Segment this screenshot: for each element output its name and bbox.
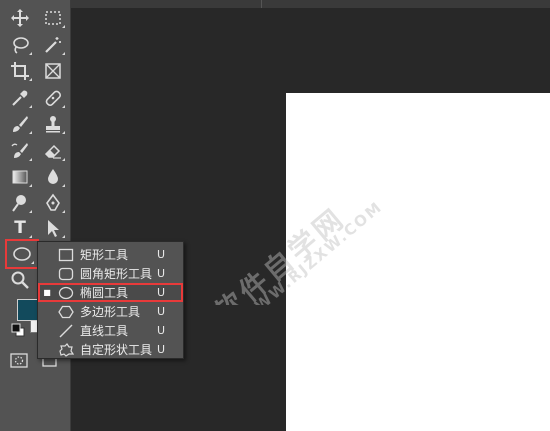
- eyedropper-icon: [12, 90, 28, 106]
- shape-tools-flyout: 矩形工具 U 圆角矩形工具 U ■ 椭圆工具 U 多边形工具 U 直线工具 U …: [37, 241, 184, 359]
- document-canvas[interactable]: [286, 93, 550, 431]
- eraser-tool[interactable]: [38, 138, 68, 164]
- custom-shape-icon: [59, 342, 74, 357]
- arrow-cursor-icon: [48, 220, 59, 237]
- type-tool[interactable]: T: [5, 215, 35, 241]
- ellipse-icon: [58, 286, 74, 299]
- flyout-item-ellipse[interactable]: ■ 椭圆工具 U: [38, 283, 183, 302]
- selection-marker: ■: [43, 288, 51, 297]
- foreground-color-swatch[interactable]: [17, 299, 39, 321]
- lasso-tool[interactable]: [5, 32, 35, 58]
- flyout-item-rectangle[interactable]: 矩形工具 U: [38, 245, 183, 264]
- line-icon: [59, 324, 73, 337]
- flyout-item-line[interactable]: 直线工具 U: [38, 321, 183, 340]
- flyout-item-polygon[interactable]: 多边形工具 U: [38, 302, 183, 321]
- shortcut-key: U: [157, 286, 166, 299]
- type-icon: T: [14, 218, 26, 238]
- move-icon: [11, 9, 29, 27]
- active-tool-highlight: [5, 239, 39, 269]
- crop-icon: [11, 62, 29, 80]
- history-brush-tool[interactable]: [5, 138, 35, 164]
- pen-nib-icon: [46, 193, 60, 211]
- brush-tool[interactable]: [5, 111, 35, 137]
- pen-tool[interactable]: [38, 190, 68, 216]
- frame-tool[interactable]: [38, 58, 68, 84]
- magnifier-icon: [11, 271, 29, 289]
- lasso-icon: [13, 37, 29, 54]
- shortcut-key: U: [157, 305, 166, 318]
- eraser-icon: [44, 144, 61, 159]
- healing-brush-tool[interactable]: [38, 85, 68, 111]
- brush-icon: [13, 116, 28, 132]
- marquee-tool[interactable]: [38, 5, 68, 31]
- dodge-icon: [12, 195, 26, 212]
- path-selection-tool[interactable]: [38, 215, 68, 241]
- polygon-icon: [58, 305, 74, 318]
- quick-mask-icon: [10, 353, 28, 368]
- shortcut-key: U: [157, 267, 166, 280]
- rounded-rectangle-icon: [58, 267, 74, 280]
- default-colors-button[interactable]: [10, 322, 26, 338]
- tools-panel: T: [0, 0, 71, 431]
- shortcut-key: U: [157, 248, 166, 261]
- dodge-tool[interactable]: [5, 190, 35, 216]
- magic-wand-tool[interactable]: [38, 32, 68, 58]
- rectangular-marquee-icon: [45, 11, 61, 25]
- bandage-icon: [45, 90, 62, 107]
- gradient-icon: [12, 170, 28, 184]
- rectangle-icon: [58, 248, 74, 261]
- gradient-tool[interactable]: [5, 164, 35, 190]
- shortcut-key: U: [157, 343, 166, 356]
- crop-tool[interactable]: [5, 58, 35, 84]
- flyout-item-label: 直线工具: [80, 324, 129, 338]
- flyout-item-label: 圆角矩形工具: [80, 267, 153, 281]
- zoom-tool[interactable]: [5, 267, 35, 293]
- flyout-item-label: 椭圆工具: [80, 286, 129, 300]
- quick-mask-button[interactable]: [10, 353, 28, 369]
- options-bar: [71, 0, 550, 8]
- clone-stamp-tool[interactable]: [38, 111, 68, 137]
- flyout-item-label: 多边形工具: [80, 305, 141, 319]
- water-drop-icon: [48, 169, 58, 184]
- default-colors-icon: [11, 323, 25, 337]
- eyedropper-tool[interactable]: [5, 85, 35, 111]
- magic-wand-icon: [45, 37, 61, 53]
- divider: [261, 0, 262, 8]
- flyout-item-label: 矩形工具: [80, 248, 129, 262]
- flyout-item-custom-shape[interactable]: 自定形状工具 U: [38, 340, 183, 359]
- stamp-icon: [46, 116, 60, 133]
- frame-icon: [45, 63, 61, 79]
- blur-tool[interactable]: [38, 164, 68, 190]
- shortcut-key: U: [157, 324, 166, 337]
- flyout-item-label: 自定形状工具: [80, 343, 153, 357]
- flyout-item-rounded-rectangle[interactable]: 圆角矩形工具 U: [38, 264, 183, 283]
- move-tool[interactable]: [5, 5, 35, 31]
- history-brush-icon: [11, 143, 28, 158]
